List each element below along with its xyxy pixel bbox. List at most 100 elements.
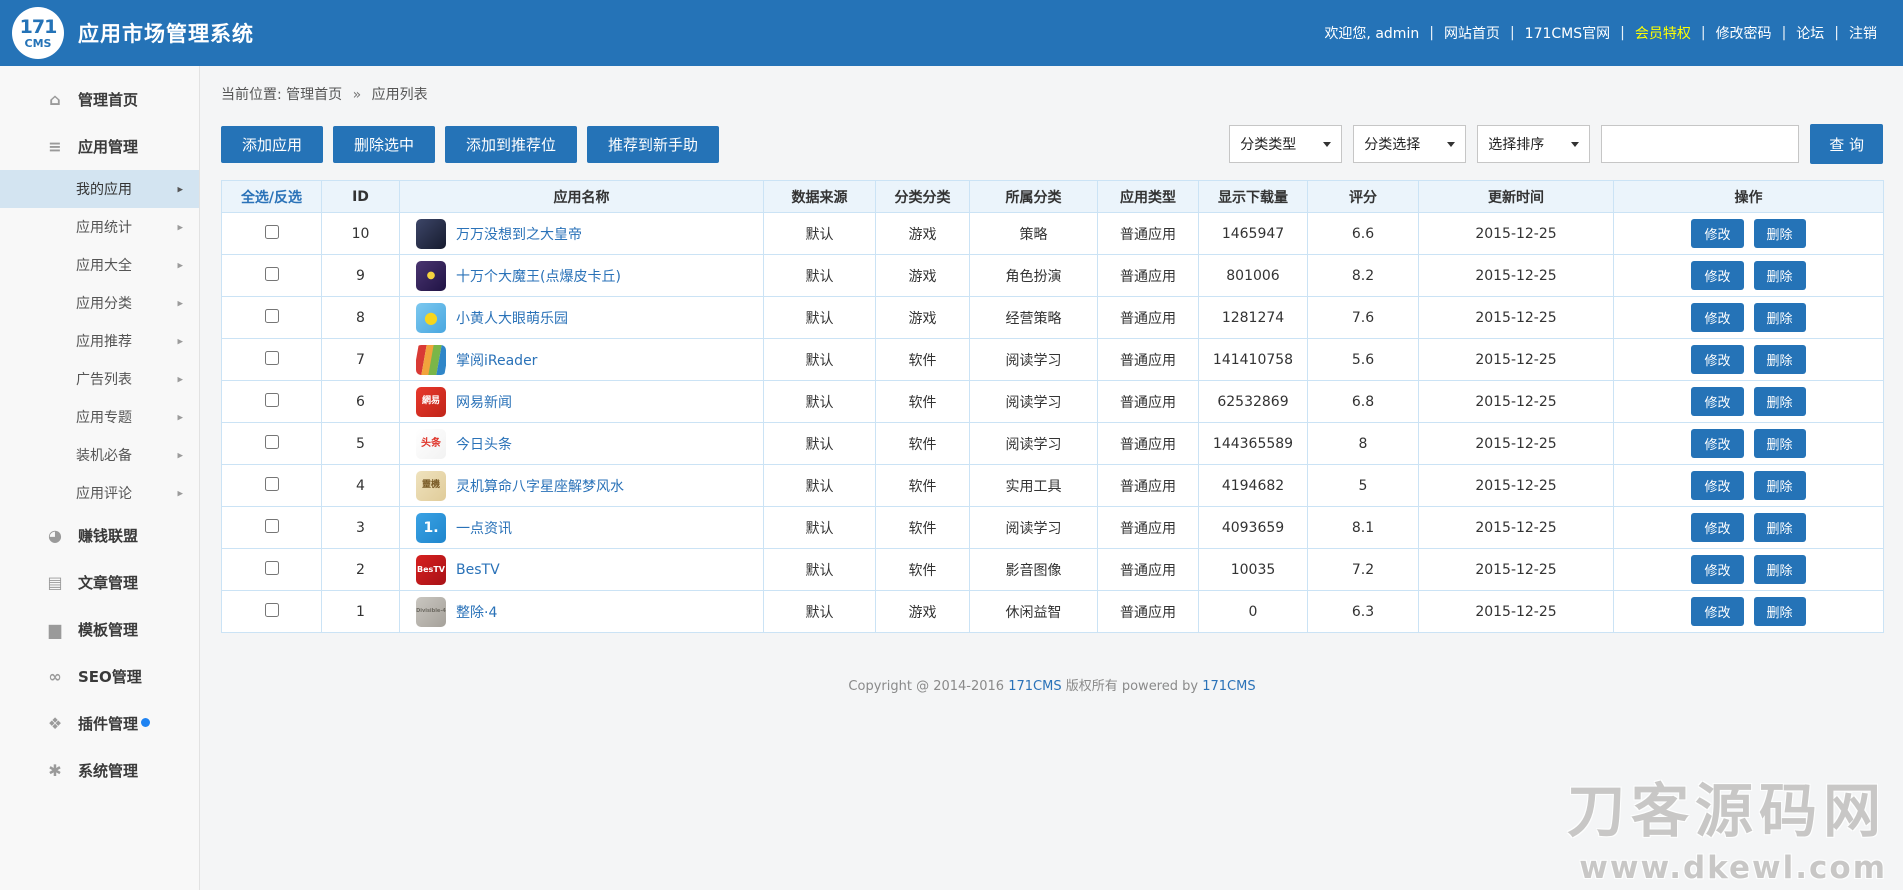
arrow-right-icon: ▸ <box>177 259 183 272</box>
edit-button[interactable]: 修改 <box>1691 261 1743 290</box>
sidebar-item-template-management[interactable]: ▆模板管理 <box>0 606 199 653</box>
app-table-wrap: 全选/反选ID应用名称数据来源分类分类所属分类应用类型显示下载量评分更新时间操作… <box>221 180 1883 633</box>
breadcrumb-home-link[interactable]: 管理首页 <box>286 87 342 103</box>
delete-button[interactable]: 删除 <box>1754 555 1806 584</box>
row-checkbox[interactable] <box>265 393 279 407</box>
sidebar-item-system-management[interactable]: ✱系统管理 <box>0 747 199 794</box>
filter-bar: 分类类型分类选择选择排序 查 询 <box>1218 124 1883 164</box>
delete-button[interactable]: 删除 <box>1754 513 1806 542</box>
cell-checkbox <box>222 591 322 633</box>
add-to-recommend-button[interactable]: 添加到推荐位 <box>445 126 577 163</box>
edit-button[interactable]: 修改 <box>1691 219 1743 248</box>
delete-button[interactable]: 删除 <box>1754 387 1806 416</box>
logo[interactable]: 171 CMS <box>12 7 64 59</box>
sidebar-item-my-apps[interactable]: 我的应用▸ <box>0 170 199 208</box>
edit-button[interactable]: 修改 <box>1691 345 1743 374</box>
cell-app-name: 头条今日头条 <box>400 423 764 465</box>
edit-button[interactable]: 修改 <box>1691 303 1743 332</box>
row-checkbox[interactable] <box>265 267 279 281</box>
welcome-text: 欢迎您, admin <box>1324 23 1419 43</box>
app-icon: 1. <box>416 513 446 543</box>
app-name-link[interactable]: 掌阅iReader <box>456 350 537 370</box>
delete-button[interactable]: 删除 <box>1754 219 1806 248</box>
delete-selected-button[interactable]: 删除选中 <box>333 126 435 163</box>
search-input[interactable] <box>1601 125 1799 163</box>
main-content: 当前位置: 管理首页 » 应用列表 添加应用删除选中添加到推荐位推荐到新手助 分… <box>201 66 1903 890</box>
footer-brand-link-1[interactable]: 171CMS <box>1008 679 1061 694</box>
app-name-link[interactable]: 整除·4 <box>456 602 497 622</box>
edit-button[interactable]: 修改 <box>1691 513 1743 542</box>
link-forum[interactable]: 论坛 <box>1796 23 1824 43</box>
app-name-link[interactable]: 一点资讯 <box>456 518 512 538</box>
category-select[interactable]: 分类选择 <box>1353 125 1466 163</box>
sidebar-item-app-topics[interactable]: 应用专题▸ <box>0 398 199 436</box>
edit-button[interactable]: 修改 <box>1691 387 1743 416</box>
edit-button[interactable]: 修改 <box>1691 471 1743 500</box>
sidebar-item-app-all[interactable]: 应用大全▸ <box>0 246 199 284</box>
sidebar-item-app-management[interactable]: ≡应用管理 <box>0 123 199 170</box>
category-type-select[interactable]: 分类类型 <box>1229 125 1342 163</box>
cell-downloads: 0 <box>1199 591 1308 633</box>
add-app-button[interactable]: 添加应用 <box>221 126 323 163</box>
row-checkbox[interactable] <box>265 435 279 449</box>
cell-updated: 2015-12-25 <box>1419 213 1614 255</box>
edit-button[interactable]: 修改 <box>1691 555 1743 584</box>
sidebar-item-dashboard[interactable]: ⌂管理首页 <box>0 76 199 123</box>
sidebar-item-ad-list[interactable]: 广告列表▸ <box>0 360 199 398</box>
sidebar-item-seo-management[interactable]: ∞SEO管理 <box>0 653 199 700</box>
row-checkbox[interactable] <box>265 519 279 533</box>
app-name-link[interactable]: 网易新闻 <box>456 392 512 412</box>
notification-dot <box>141 718 150 727</box>
link-logout[interactable]: 注销 <box>1849 23 1877 43</box>
delete-button[interactable]: 删除 <box>1754 597 1806 626</box>
cell-actions: 修改删除 <box>1614 507 1884 549</box>
delete-button[interactable]: 删除 <box>1754 429 1806 458</box>
delete-button[interactable]: 删除 <box>1754 471 1806 500</box>
delete-button[interactable]: 删除 <box>1754 261 1806 290</box>
sidebar-item-app-comments[interactable]: 应用评论▸ <box>0 474 199 512</box>
cell-actions: 修改删除 <box>1614 423 1884 465</box>
sidebar-item-app-categories[interactable]: 应用分类▸ <box>0 284 199 322</box>
link-site-home[interactable]: 网站首页 <box>1444 23 1500 43</box>
sidebar-item-essential-apps[interactable]: 装机必备▸ <box>0 436 199 474</box>
row-checkbox[interactable] <box>265 351 279 365</box>
footer-brand-link-2[interactable]: 171CMS <box>1202 679 1255 694</box>
sidebar-item-plugin-management[interactable]: ❖插件管理 <box>0 700 199 747</box>
sidebar-item-app-stats[interactable]: 应用统计▸ <box>0 208 199 246</box>
cell-id: 6 <box>322 381 400 423</box>
cell-source: 默认 <box>764 213 876 255</box>
cell-app-name: Divisible-4整除·4 <box>400 591 764 633</box>
row-checkbox[interactable] <box>265 309 279 323</box>
cell-subcategory: 阅读学习 <box>970 339 1098 381</box>
sidebar-item-article-management[interactable]: ▤文章管理 <box>0 559 199 606</box>
cell-apptype: 普通应用 <box>1098 423 1199 465</box>
delete-button[interactable]: 删除 <box>1754 303 1806 332</box>
link-vip[interactable]: 会员特权 <box>1635 23 1691 43</box>
app-name-link[interactable]: BesTV <box>456 562 500 578</box>
app-name-link[interactable]: 灵机算命八字星座解梦风水 <box>456 476 624 496</box>
edit-button[interactable]: 修改 <box>1691 597 1743 626</box>
app-name-link[interactable]: 十万个大魔王(点爆皮卡丘) <box>456 266 621 286</box>
row-checkbox[interactable] <box>265 603 279 617</box>
row-checkbox[interactable] <box>265 225 279 239</box>
row-checkbox[interactable] <box>265 477 279 491</box>
link-change-password[interactable]: 修改密码 <box>1716 23 1772 43</box>
select-all-link[interactable]: 全选/反选 <box>241 190 302 206</box>
sort-select[interactable]: 选择排序 <box>1477 125 1590 163</box>
sidebar-item-money-union[interactable]: ◕赚钱联盟 <box>0 512 199 559</box>
row-checkbox[interactable] <box>265 561 279 575</box>
recommend-to-newbie-button[interactable]: 推荐到新手助 <box>587 126 719 163</box>
delete-button[interactable]: 删除 <box>1754 345 1806 374</box>
app-name-link[interactable]: 小黄人大眼萌乐园 <box>456 308 568 328</box>
logo-text-171: 171 <box>20 18 57 37</box>
sidebar-item-app-recommend[interactable]: 应用推荐▸ <box>0 322 199 360</box>
app-name-link[interactable]: 万万没想到之大皇帝 <box>456 224 582 244</box>
table-row: 9●十万个大魔王(点爆皮卡丘)默认游戏角色扮演普通应用8010068.22015… <box>222 255 1884 297</box>
edit-button[interactable]: 修改 <box>1691 429 1743 458</box>
sidebar-item-label: 装机必备 <box>76 448 132 464</box>
sidebar-item-label: 应用管理 <box>78 136 138 157</box>
link-official-site[interactable]: 171CMS官网 <box>1525 23 1610 43</box>
search-button[interactable]: 查 询 <box>1810 124 1883 164</box>
app-name-link[interactable]: 今日头条 <box>456 434 512 454</box>
sidebar-item-label: 管理首页 <box>78 89 138 110</box>
